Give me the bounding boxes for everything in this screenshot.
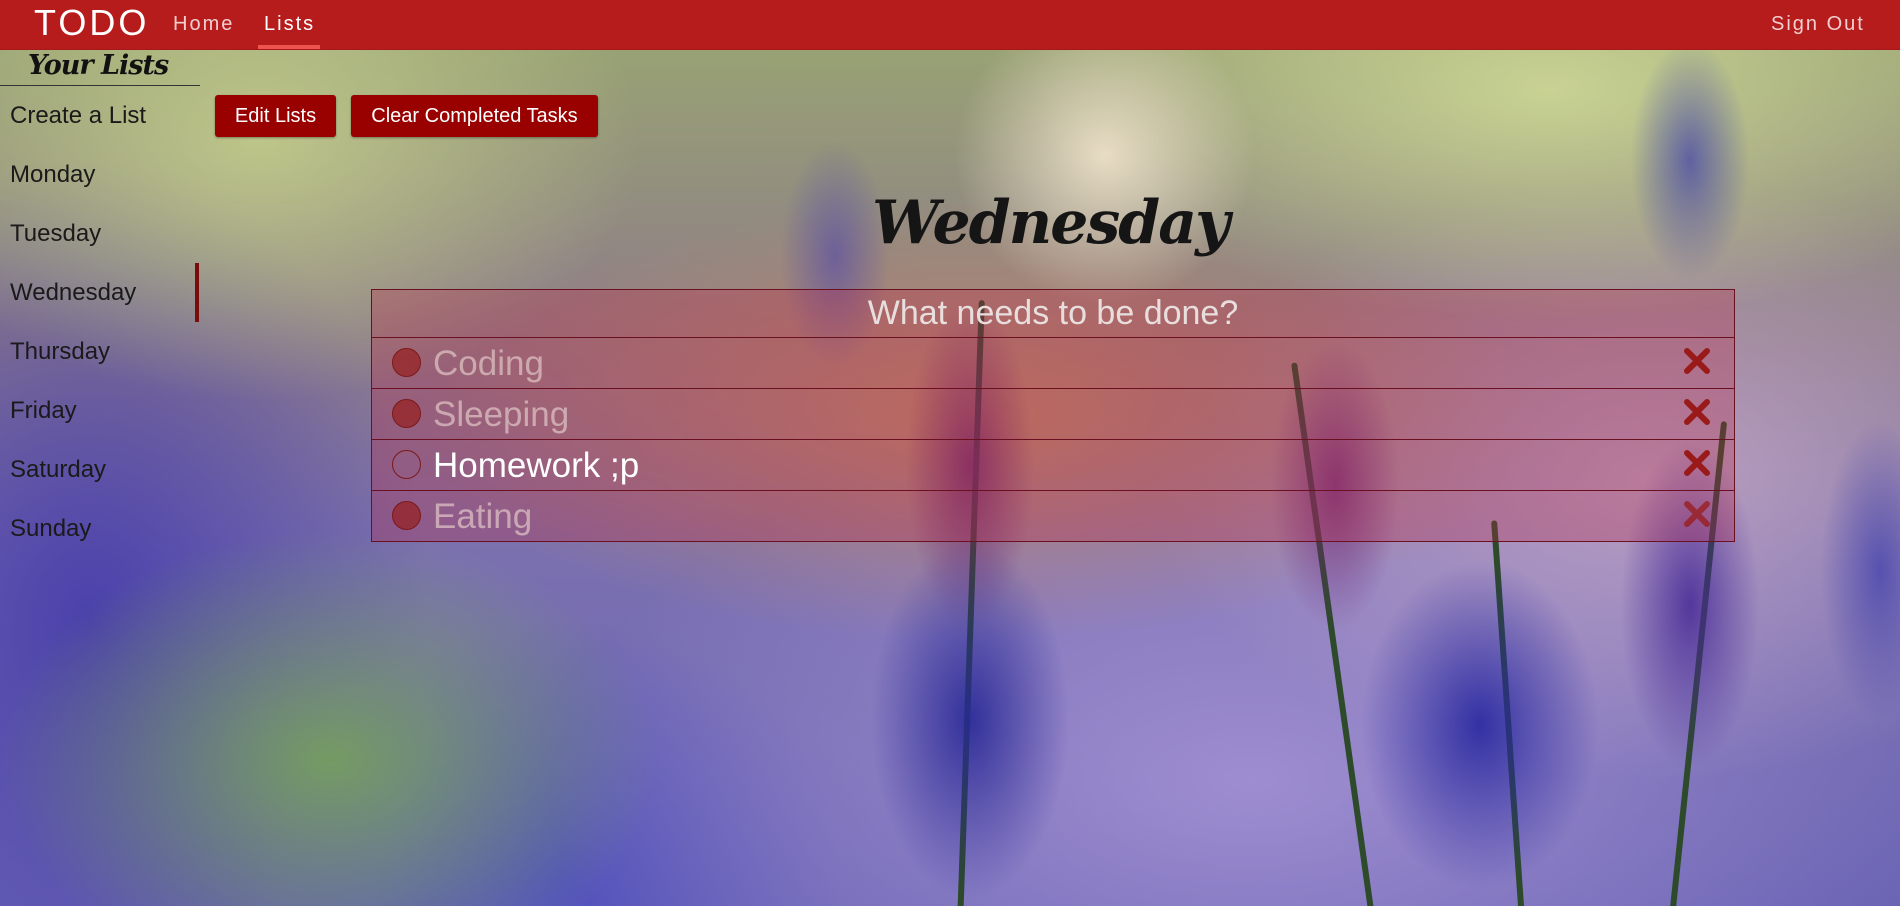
sidebar-item-monday[interactable]: Monday: [10, 161, 95, 189]
task-label[interactable]: Coding: [433, 344, 544, 384]
sidebar-item-wednesday[interactable]: Wednesday: [10, 279, 136, 307]
new-task-input[interactable]: [372, 290, 1734, 338]
sidebar-title: Your Lists: [0, 49, 200, 86]
clear-completed-button[interactable]: Clear Completed Tasks: [351, 95, 598, 137]
top-navbar: TODO Home Lists Sign Out: [0, 0, 1900, 50]
sign-out-link[interactable]: Sign Out: [1771, 13, 1865, 36]
edit-lists-button[interactable]: Edit Lists: [215, 95, 336, 137]
brand-logo[interactable]: TODO: [34, 2, 149, 44]
todo-list: Coding Sleeping Homework ;p Eating: [371, 289, 1735, 542]
create-list-link[interactable]: Create a List: [10, 102, 146, 130]
task-toggle-checkbox[interactable]: [392, 501, 421, 530]
sidebar-item-saturday[interactable]: Saturday: [10, 456, 106, 484]
task-row: Eating: [372, 491, 1734, 541]
sidebar-item-thursday[interactable]: Thursday: [10, 338, 110, 366]
close-icon[interactable]: [1680, 446, 1714, 480]
active-list-indicator: [195, 263, 199, 322]
sidebar-item-friday[interactable]: Friday: [10, 397, 77, 425]
nav-home-link[interactable]: Home: [173, 13, 234, 36]
list-title: Wednesday: [872, 188, 1230, 258]
close-icon[interactable]: [1680, 395, 1714, 429]
task-label[interactable]: Sleeping: [433, 395, 569, 435]
task-row: Coding: [372, 338, 1734, 389]
task-label[interactable]: Eating: [433, 497, 532, 537]
close-icon[interactable]: [1680, 344, 1714, 378]
sidebar-item-sunday[interactable]: Sunday: [10, 515, 91, 543]
nav-lists-link[interactable]: Lists: [264, 13, 315, 36]
task-label[interactable]: Homework ;p: [433, 446, 639, 486]
active-nav-indicator: [258, 45, 320, 49]
task-row: Homework ;p: [372, 440, 1734, 491]
task-row: Sleeping: [372, 389, 1734, 440]
task-toggle-checkbox[interactable]: [392, 348, 421, 377]
close-icon[interactable]: [1680, 497, 1714, 531]
sidebar-item-tuesday[interactable]: Tuesday: [10, 220, 101, 248]
task-toggle-checkbox[interactable]: [392, 399, 421, 428]
task-toggle-checkbox[interactable]: [392, 450, 421, 479]
